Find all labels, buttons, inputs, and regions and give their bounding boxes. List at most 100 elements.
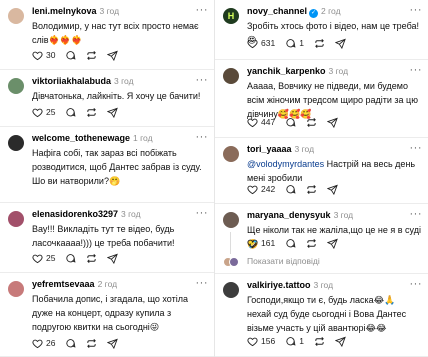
more-icon[interactable]: ··· xyxy=(410,208,423,220)
repost-icon xyxy=(314,336,325,347)
reply-button[interactable] xyxy=(65,253,76,264)
timestamp: 3 год xyxy=(328,66,349,76)
share-button[interactable] xyxy=(107,107,119,118)
timestamp: 3 год xyxy=(99,6,120,16)
avatar[interactable] xyxy=(8,211,24,227)
comment-text: @volodymyrdantes Настрій на весь день ме… xyxy=(247,157,422,185)
like-count: 26 xyxy=(46,338,56,348)
like-button[interactable]: 30 xyxy=(32,50,55,61)
repost-button[interactable] xyxy=(306,238,317,249)
reply-avatar xyxy=(229,257,239,267)
like-count: 25 xyxy=(46,253,56,263)
username-link[interactable]: leni.melnykova xyxy=(32,6,97,16)
avatar[interactable] xyxy=(8,281,24,297)
comment-icon xyxy=(285,38,296,49)
comment-header: yanchik_karpenko 3 год xyxy=(247,66,420,78)
reply-button[interactable] xyxy=(285,117,296,128)
comment-icon xyxy=(65,253,76,264)
comment-text: Вау!!! Викладіть тут те відео, будь ласо… xyxy=(32,222,208,250)
repost-button[interactable] xyxy=(86,338,97,349)
more-icon[interactable]: ··· xyxy=(410,142,423,154)
repost-button[interactable] xyxy=(86,107,97,118)
repost-button[interactable] xyxy=(306,117,317,128)
repost-button[interactable] xyxy=(86,253,97,264)
more-icon[interactable]: ··· xyxy=(196,277,209,289)
repost-button[interactable] xyxy=(314,38,325,49)
avatar[interactable] xyxy=(223,282,239,298)
more-icon[interactable]: ··· xyxy=(410,4,423,16)
repost-icon xyxy=(86,107,97,118)
comment-actions: 161 xyxy=(247,236,348,250)
repost-icon xyxy=(86,253,97,264)
repost-icon xyxy=(306,117,317,128)
username-link[interactable]: elenasidorenko3297 xyxy=(32,209,118,219)
like-button[interactable]: 631 xyxy=(247,38,275,49)
comment-item: elenasidorenko3297 3 год ··· Вау!!! Викладі… xyxy=(0,203,214,273)
reply-button[interactable] xyxy=(65,50,76,61)
like-button[interactable]: 26 xyxy=(32,338,55,349)
reply-button[interactable] xyxy=(65,107,76,118)
share-button[interactable] xyxy=(327,117,339,128)
comment-icon xyxy=(285,238,296,249)
more-icon[interactable]: ··· xyxy=(410,64,423,76)
reply-button[interactable]: 1 xyxy=(285,336,304,347)
like-icon xyxy=(247,238,258,249)
like-button[interactable]: 447 xyxy=(247,117,275,128)
mention-link[interactable]: @volodymyrdantes xyxy=(247,159,324,169)
timestamp: 3 год xyxy=(313,280,334,290)
repost-button[interactable] xyxy=(306,184,317,195)
username-link[interactable]: maryana_denysyuk xyxy=(247,210,331,220)
username-link[interactable]: tori_yaaaa xyxy=(247,144,292,154)
more-icon[interactable]: ··· xyxy=(196,131,209,143)
share-button[interactable] xyxy=(327,184,339,195)
username-link[interactable]: yanchik_karpenko xyxy=(247,66,326,76)
like-button[interactable]: 25 xyxy=(32,253,55,264)
like-button[interactable]: 161 xyxy=(247,238,275,249)
comment-count: 1 xyxy=(299,38,304,48)
comments-column-left: leni.melnykova 3 год ··· Володимир, у нас т… xyxy=(0,0,214,357)
username-link[interactable]: valkiriye.tattoo xyxy=(247,280,311,290)
reply-button[interactable]: 1 xyxy=(285,38,304,49)
username-link[interactable]: yefremtsevaaa xyxy=(32,279,95,289)
share-icon xyxy=(107,338,119,349)
repost-icon xyxy=(86,50,97,61)
verified-badge-icon: ✓ xyxy=(309,9,319,18)
like-button[interactable]: 156 xyxy=(247,336,275,347)
comment-item: viktoriiakhalabuda 3 год ··· Дівчатонька, л… xyxy=(0,70,214,127)
repost-button[interactable] xyxy=(86,50,97,61)
avatar[interactable] xyxy=(8,78,24,94)
avatar[interactable] xyxy=(8,135,24,151)
repost-button[interactable] xyxy=(314,336,325,347)
like-button[interactable]: 25 xyxy=(32,107,55,118)
avatar[interactable] xyxy=(8,8,24,24)
more-icon[interactable]: ··· xyxy=(196,4,209,16)
reply-button[interactable] xyxy=(65,338,76,349)
comment-actions: 447 xyxy=(247,115,348,129)
like-count: 161 xyxy=(261,238,276,248)
share-button[interactable] xyxy=(327,238,339,249)
reply-button[interactable] xyxy=(285,238,296,249)
comment-body: Нафіга собі, так зараз всі побіжать розв… xyxy=(32,148,202,186)
share-icon xyxy=(334,38,346,49)
comment-actions: 25 xyxy=(32,251,128,265)
reply-button[interactable] xyxy=(285,184,296,195)
share-button[interactable] xyxy=(107,253,119,264)
more-icon[interactable]: ··· xyxy=(196,207,209,219)
username-link[interactable]: novy_channel xyxy=(247,6,307,16)
share-button[interactable] xyxy=(334,336,346,347)
show-replies-link[interactable]: Показати відповіді xyxy=(247,256,320,266)
share-button[interactable] xyxy=(107,338,119,349)
more-icon[interactable]: ··· xyxy=(410,278,423,290)
avatar[interactable] xyxy=(223,212,239,228)
like-button[interactable]: 242 xyxy=(247,184,275,195)
share-button[interactable] xyxy=(107,50,119,61)
more-icon[interactable]: ··· xyxy=(196,74,209,86)
username-link[interactable]: welcome_tothenewage xyxy=(32,133,130,143)
avatar[interactable] xyxy=(223,146,239,162)
share-button[interactable] xyxy=(334,38,346,49)
avatar[interactable] xyxy=(223,68,239,84)
username-link[interactable]: viktoriiakhalabuda xyxy=(32,76,111,86)
comment-header: maryana_denysyuk 3 год xyxy=(247,210,420,222)
share-icon xyxy=(107,253,119,264)
avatar[interactable]: H xyxy=(223,8,239,24)
